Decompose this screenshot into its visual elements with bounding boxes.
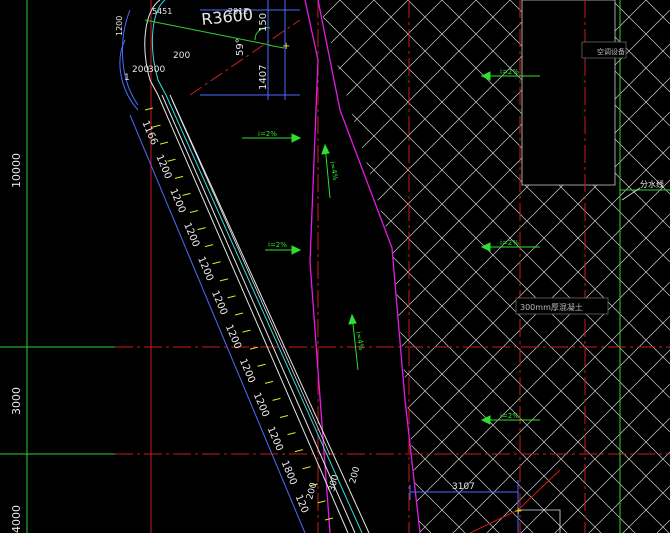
dim-b200b: 200 — [348, 465, 362, 484]
dim-b200a: 200 — [305, 481, 319, 500]
ramp-labels: 1166120012001200120012001200120012001200… — [139, 119, 310, 515]
ramp-curve — [119, 0, 167, 111]
ramp-tick — [302, 466, 311, 470]
dim-4000: 4000 — [10, 505, 23, 533]
cad-drawing-canvas[interactable]: 10000 3000 4000 116612001200120012001200… — [0, 0, 670, 533]
ramp-tick — [189, 210, 199, 213]
ramp-tick — [174, 175, 184, 179]
dim-10000: 10000 — [10, 153, 23, 188]
ramp-tick — [264, 380, 274, 384]
ramp-tick — [167, 158, 176, 162]
slope-4: i=2% — [500, 239, 519, 247]
slope-5: i=2% — [500, 412, 519, 420]
ramp-tick — [227, 295, 236, 299]
ramp-tick — [204, 244, 214, 248]
label-5451: 5451 — [152, 7, 172, 16]
ramp-tick — [197, 227, 206, 231]
ramp-label: 1200 — [251, 391, 271, 419]
ramp-tick — [219, 278, 229, 282]
dim-3000: 3000 — [10, 387, 23, 415]
label-side-right: 分水线 — [640, 179, 664, 189]
box-top-right: 空调设备 — [597, 47, 625, 56]
label-150: 150 — [258, 13, 269, 32]
ramp-tick — [272, 397, 281, 401]
slope-3: i=2% — [268, 241, 287, 249]
ramp-tick — [144, 107, 154, 111]
cursor-icon: + — [514, 506, 522, 517]
label-1407: 1407 — [258, 65, 269, 90]
ramp-label: 1200 — [237, 357, 257, 385]
ramp-tick — [242, 329, 251, 333]
label-1200: 1200 — [115, 16, 124, 36]
ramp-tick — [212, 261, 221, 265]
slope-6: i=4% — [328, 161, 339, 181]
label-200b: 200 — [132, 65, 149, 75]
ramp-tick — [279, 415, 289, 418]
dim-3107: 3107 — [452, 482, 475, 492]
ramp-label: 1200 — [209, 289, 229, 317]
slope-2: i=2% — [258, 130, 277, 138]
ramp-tick — [294, 449, 304, 453]
dim-b300: 300 — [327, 473, 341, 492]
label-200a: 200 — [173, 51, 190, 61]
label-1: 1 — [124, 73, 130, 83]
ramp-tick — [234, 312, 244, 316]
ramp-tick — [317, 500, 326, 504]
label-2912: 2912 — [228, 7, 248, 16]
ramp-label: 1200 — [265, 425, 285, 453]
ramp-tick — [182, 192, 191, 196]
slope-1: i=2% — [500, 68, 519, 76]
ramp-tick — [287, 432, 296, 436]
box-mid-right: 300mm厚混凝土 — [520, 302, 583, 312]
hatch-region — [318, 0, 670, 533]
top-detail: R3600 5451 2912 59° 1407 150 1200 200 20… — [115, 0, 301, 100]
label-300: 300 — [148, 65, 165, 75]
ramp-tick — [159, 141, 169, 145]
ramp-tick — [257, 363, 266, 367]
ramp-label: 1800 — [279, 459, 299, 487]
ramp-ticks — [144, 107, 334, 521]
label-59: 59° — [235, 38, 246, 56]
left-dimension-labels: 10000 3000 4000 — [10, 153, 23, 533]
cursor-icon: + — [282, 41, 290, 52]
ramp-label: 1166 — [139, 119, 159, 147]
